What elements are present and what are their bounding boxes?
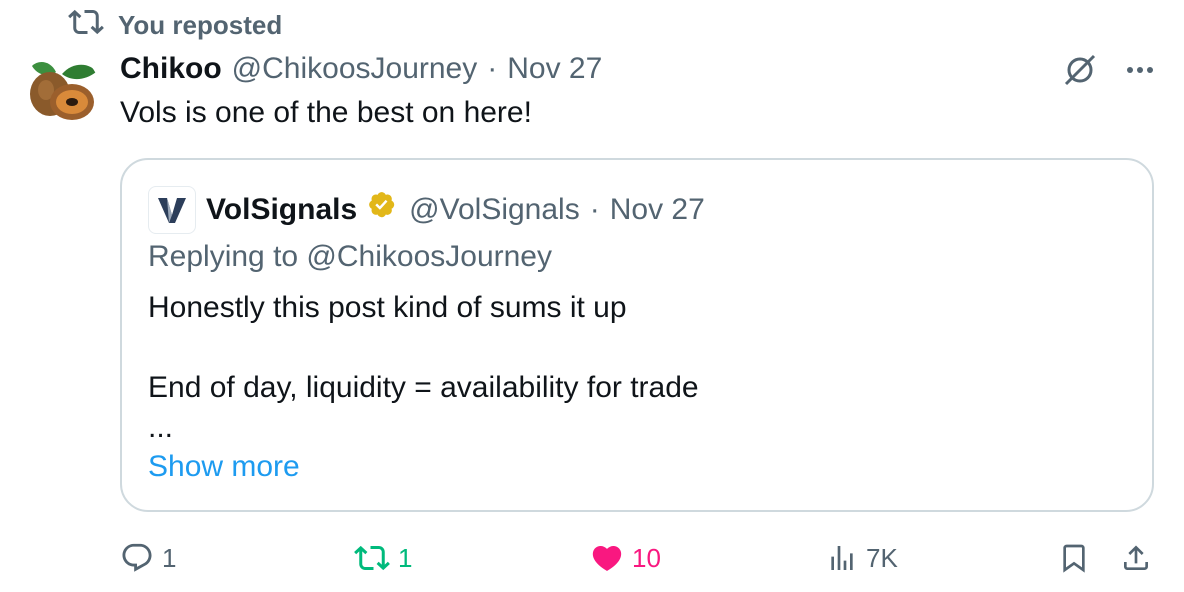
share-button[interactable] bbox=[1120, 532, 1152, 584]
tweet-actions: 1 1 10 7K bbox=[120, 532, 1160, 584]
bookmark-icon bbox=[1063, 544, 1085, 573]
views-button[interactable]: 7K bbox=[826, 532, 898, 584]
more-options-icon[interactable] bbox=[1122, 52, 1158, 88]
like-count: 10 bbox=[632, 542, 661, 573]
views-count: 7K bbox=[866, 542, 898, 573]
reply-button[interactable]: 1 bbox=[120, 532, 176, 584]
quoted-author-name[interactable]: VolSignals bbox=[206, 193, 357, 227]
tweet-date[interactable]: Nov 27 bbox=[507, 52, 602, 86]
tweet-top-actions bbox=[1060, 48, 1158, 92]
quoted-tweet-header: VolSignals @VolSignals · Nov 27 bbox=[148, 186, 705, 234]
grok-icon[interactable] bbox=[1060, 50, 1100, 90]
repost-icon bbox=[354, 545, 390, 571]
quoted-author-handle[interactable]: @VolSignals bbox=[409, 193, 580, 227]
repost-button[interactable]: 1 bbox=[354, 532, 412, 584]
heart-icon bbox=[592, 545, 622, 571]
quoted-tweet-card[interactable]: VolSignals @VolSignals · Nov 27 Replying… bbox=[120, 158, 1154, 512]
quoted-tweet-text: Honestly this post kind of sums it up En… bbox=[148, 288, 699, 448]
repost-banner-text: You reposted bbox=[118, 9, 283, 40]
chikoo-fruit-avatar bbox=[22, 52, 100, 130]
tweet-text: Vols is one of the best on here! bbox=[120, 96, 532, 129]
share-icon bbox=[1124, 545, 1148, 570]
repost-icon bbox=[68, 4, 104, 47]
separator-dot: · bbox=[589, 193, 600, 226]
tweet-header: Chikoo @ChikoosJourney · Nov 27 bbox=[120, 48, 602, 90]
quoted-text-line bbox=[148, 328, 699, 368]
bookmark-button[interactable] bbox=[1058, 532, 1090, 584]
quoted-text-line: ... bbox=[148, 411, 174, 444]
verified-badge-icon bbox=[367, 190, 399, 230]
replying-to: Replying to @ChikoosJourney bbox=[148, 240, 552, 273]
quoted-tweet-date[interactable]: Nov 27 bbox=[610, 193, 705, 227]
reply-count: 1 bbox=[162, 542, 177, 573]
like-button[interactable]: 10 bbox=[590, 532, 661, 584]
views-bar-chart-icon bbox=[831, 546, 853, 570]
repost-count: 1 bbox=[398, 542, 413, 573]
reply-icon bbox=[122, 543, 152, 572]
repost-banner: You reposted bbox=[68, 6, 282, 44]
separator-dot: · bbox=[487, 52, 498, 85]
quoted-text-line: Honestly this post kind of sums it up bbox=[148, 291, 627, 324]
show-more-link[interactable]: Show more bbox=[148, 450, 300, 484]
avatar[interactable] bbox=[22, 52, 100, 130]
author-handle[interactable]: @ChikoosJourney bbox=[232, 52, 478, 86]
volsignals-logo-icon bbox=[148, 186, 196, 234]
author-name[interactable]: Chikoo bbox=[120, 52, 222, 86]
quoted-text-line: End of day, liquidity = availability for… bbox=[148, 371, 699, 404]
